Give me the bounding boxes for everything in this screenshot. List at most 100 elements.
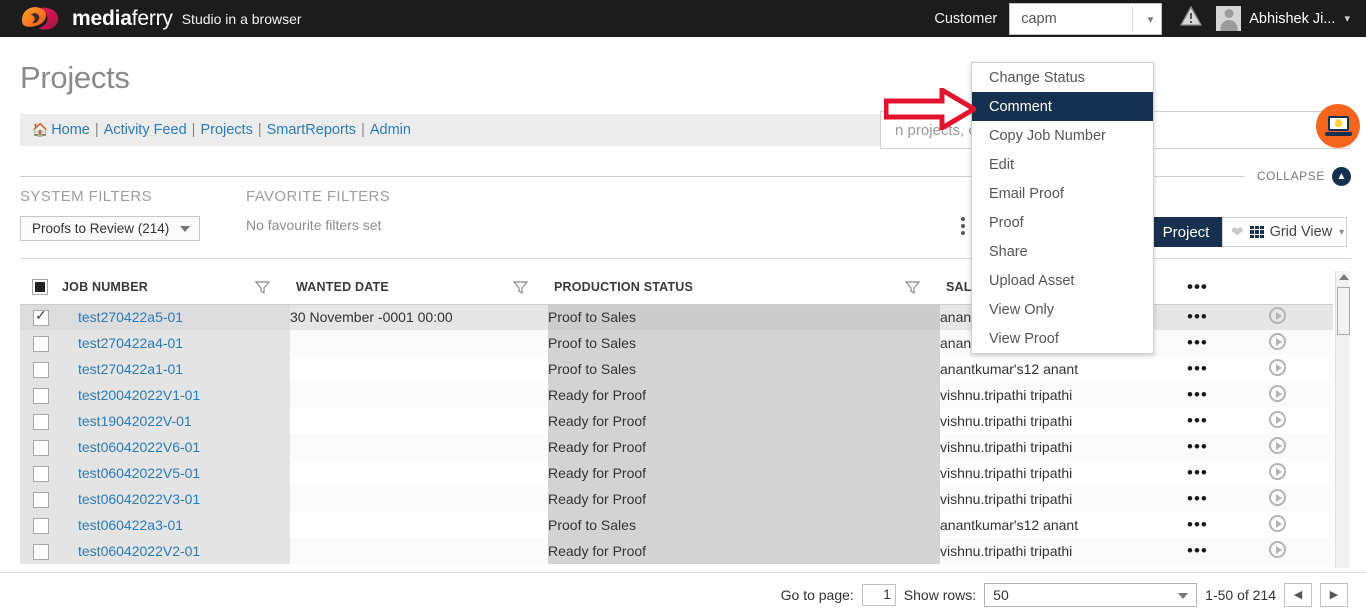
previous-page-button[interactable]: ◀: [1284, 582, 1312, 607]
row-checkbox-cell[interactable]: [20, 512, 62, 538]
next-page-button[interactable]: ▶: [1320, 582, 1348, 607]
horizontal-dots-icon[interactable]: •••: [1175, 541, 1208, 560]
row-job-number[interactable]: test270422a5-01: [62, 304, 290, 330]
table-vertical-scrollbar[interactable]: [1335, 271, 1350, 568]
row-job-number[interactable]: test270422a4-01: [62, 330, 290, 356]
chevron-down-icon[interactable]: ▾: [1344, 12, 1350, 25]
row-play[interactable]: [1255, 408, 1333, 434]
row-actions[interactable]: •••: [1175, 512, 1255, 538]
row-checkbox[interactable]: [33, 361, 49, 378]
row-job-number[interactable]: test06042022V2-01: [62, 538, 290, 564]
row-checkbox-cell[interactable]: [20, 460, 62, 486]
column-header-wanted-date[interactable]: WANTED DATE: [290, 271, 548, 305]
row-play[interactable]: [1255, 356, 1333, 382]
job-number-link[interactable]: test06042022V2-01: [62, 543, 290, 559]
grid-view-button[interactable]: ❤ Grid View ▾: [1222, 217, 1347, 247]
row-job-number[interactable]: test060422a3-01: [62, 512, 290, 538]
job-number-link[interactable]: test19042022V-01: [62, 413, 290, 429]
table-row[interactable]: test06042022V5-01 Ready for Proof vishnu…: [20, 460, 1333, 486]
heart-icon[interactable]: ❤: [1231, 223, 1244, 241]
play-circle-icon[interactable]: [1269, 333, 1286, 350]
nav-item-home[interactable]: Home: [51, 122, 90, 138]
table-row[interactable]: test19042022V-01 Ready for Proof vishnu.…: [20, 408, 1333, 434]
row-job-number[interactable]: test270422a1-01: [62, 356, 290, 382]
job-number-link[interactable]: test06042022V3-01: [62, 491, 290, 507]
nav-item-activity-feed[interactable]: Activity Feed: [104, 122, 187, 138]
lightbulb-laptop-icon[interactable]: [1316, 104, 1360, 148]
row-job-number[interactable]: test06042022V6-01: [62, 434, 290, 460]
row-checkbox[interactable]: [33, 465, 49, 482]
row-play[interactable]: [1255, 304, 1333, 330]
row-checkbox-cell[interactable]: [20, 330, 62, 356]
customer-select[interactable]: capm ▾: [1009, 2, 1163, 35]
row-job-number[interactable]: test06042022V5-01: [62, 460, 290, 486]
play-circle-icon[interactable]: [1269, 411, 1286, 428]
scroll-up-arrow-icon[interactable]: [1339, 274, 1349, 280]
row-checkbox-cell[interactable]: [20, 356, 62, 382]
row-checkbox-cell[interactable]: [20, 538, 62, 564]
chevron-up-icon[interactable]: ▲: [1332, 166, 1351, 186]
row-play[interactable]: [1255, 330, 1333, 356]
play-circle-icon[interactable]: [1269, 541, 1286, 558]
row-job-number[interactable]: test06042022V3-01: [62, 486, 290, 512]
row-actions[interactable]: •••: [1175, 382, 1255, 408]
menu-item-proof[interactable]: Proof: [972, 208, 1153, 237]
menu-item-copy-job-number[interactable]: Copy Job Number: [972, 121, 1153, 150]
job-number-link[interactable]: test06042022V5-01: [62, 465, 290, 481]
menu-item-upload-asset[interactable]: Upload Asset: [972, 266, 1153, 295]
horizontal-dots-icon[interactable]: •••: [1175, 489, 1208, 508]
row-checkbox[interactable]: [33, 307, 49, 326]
row-actions[interactable]: •••: [1175, 434, 1255, 460]
menu-item-edit[interactable]: Edit: [972, 150, 1153, 179]
row-checkbox-cell[interactable]: [20, 408, 62, 434]
funnel-icon[interactable]: [512, 280, 529, 295]
brand-logo[interactable]: mediaferry Studio in a browser: [0, 4, 302, 34]
page-number-input[interactable]: 1: [861, 583, 896, 606]
row-checkbox[interactable]: [33, 517, 49, 534]
table-row[interactable]: test06042022V6-01 Ready for Proof vishnu…: [20, 434, 1333, 460]
row-checkbox-cell[interactable]: [20, 382, 62, 408]
row-play[interactable]: [1255, 486, 1333, 512]
menu-item-view-only[interactable]: View Only: [972, 295, 1153, 324]
row-checkbox[interactable]: [33, 491, 49, 508]
row-actions[interactable]: •••: [1175, 330, 1255, 356]
play-circle-icon[interactable]: [1269, 385, 1286, 402]
row-play[interactable]: [1255, 460, 1333, 486]
horizontal-dots-icon[interactable]: •••: [1175, 385, 1208, 404]
row-play[interactable]: [1255, 512, 1333, 538]
project-button[interactable]: Project: [1150, 217, 1222, 247]
funnel-icon[interactable]: [904, 280, 921, 295]
play-circle-icon[interactable]: [1269, 359, 1286, 376]
horizontal-dots-icon[interactable]: •••: [1175, 515, 1208, 534]
play-circle-icon[interactable]: [1269, 489, 1286, 506]
menu-item-share[interactable]: Share: [972, 237, 1153, 266]
warning-triangle-icon[interactable]: [1180, 5, 1203, 31]
row-checkbox-cell[interactable]: [20, 486, 62, 512]
table-row[interactable]: test06042022V3-01 Ready for Proof vishnu…: [20, 486, 1333, 512]
row-checkbox[interactable]: [33, 413, 49, 430]
table-row[interactable]: test060422a3-01 Proof to Sales anantkuma…: [20, 512, 1333, 538]
job-number-link[interactable]: test20042022V1-01: [62, 387, 290, 403]
row-play[interactable]: [1255, 434, 1333, 460]
vertical-dots-icon[interactable]: [955, 215, 971, 237]
job-number-link[interactable]: test270422a5-01: [62, 309, 290, 325]
row-play[interactable]: [1255, 538, 1333, 564]
scroll-thumb[interactable]: [1337, 287, 1350, 335]
rows-per-page-select[interactable]: 50: [984, 582, 1198, 607]
horizontal-dots-icon[interactable]: •••: [1175, 307, 1208, 326]
collapse-label[interactable]: COLLAPSE: [1257, 169, 1325, 183]
job-number-link[interactable]: test270422a4-01: [62, 335, 290, 351]
horizontal-dots-icon[interactable]: •••: [1175, 333, 1208, 352]
nav-item-admin[interactable]: Admin: [370, 122, 411, 138]
row-actions[interactable]: •••: [1175, 356, 1255, 382]
row-job-number[interactable]: test20042022V1-01: [62, 382, 290, 408]
funnel-icon[interactable]: [254, 280, 271, 295]
row-actions[interactable]: •••: [1175, 538, 1255, 564]
play-circle-icon[interactable]: [1269, 463, 1286, 480]
row-checkbox-cell[interactable]: [20, 434, 62, 460]
horizontal-dots-icon[interactable]: •••: [1175, 277, 1208, 296]
table-row[interactable]: test06042022V2-01 Ready for Proof vishnu…: [20, 538, 1333, 564]
horizontal-dots-icon[interactable]: •••: [1175, 437, 1208, 456]
row-checkbox[interactable]: [33, 543, 49, 560]
play-circle-icon[interactable]: [1269, 437, 1286, 454]
